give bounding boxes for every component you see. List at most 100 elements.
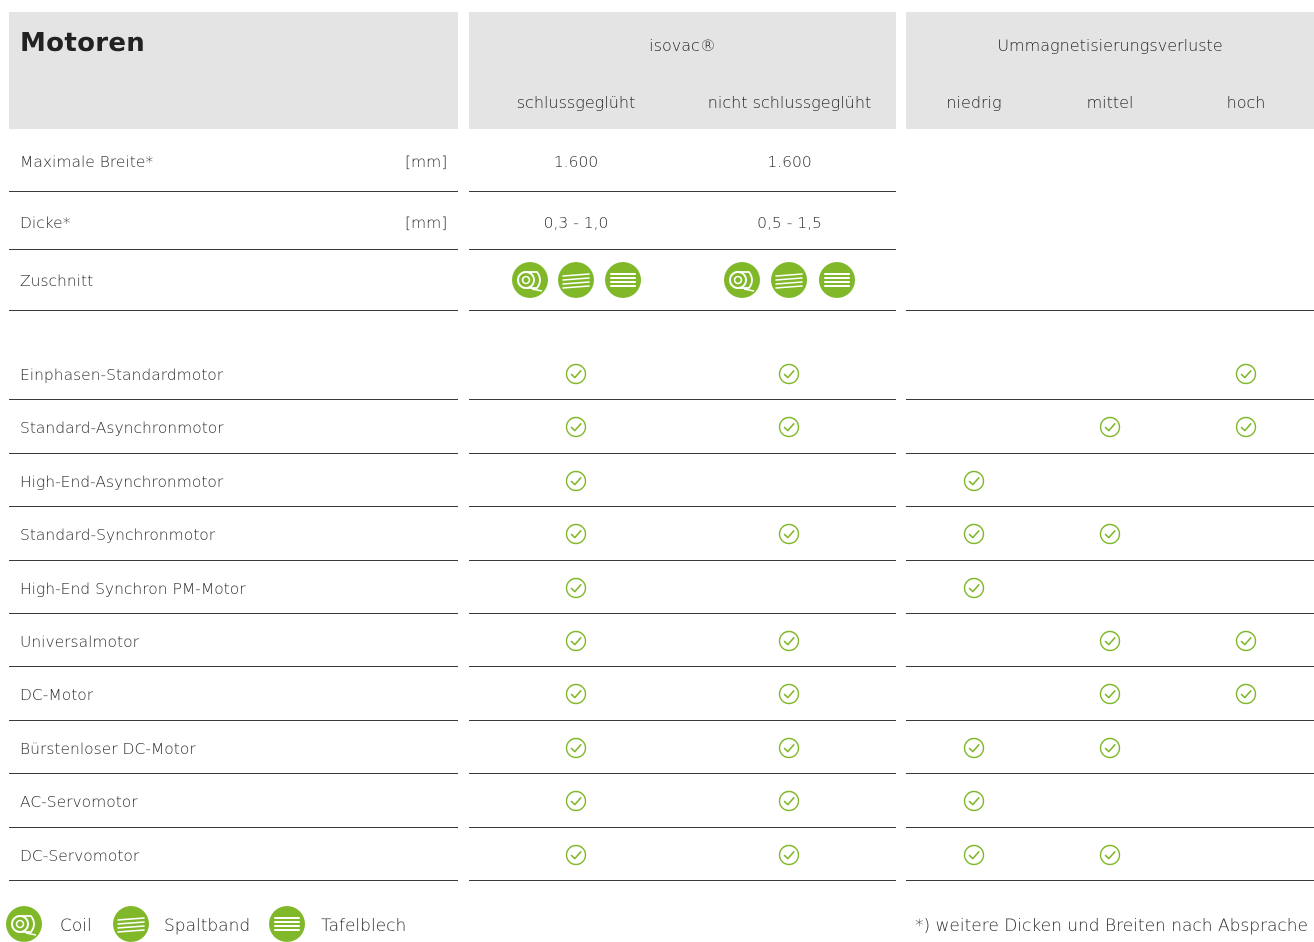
spec-unit-thickness: [mm] <box>405 214 448 232</box>
row-divider <box>9 666 458 667</box>
check-icon <box>565 523 587 545</box>
group-header-isovac: isovac® <box>649 36 716 55</box>
motor-label: High-End-Asynchronmotor <box>20 472 224 491</box>
row-divider <box>469 191 896 192</box>
motor-label: DC-Servomotor <box>20 846 140 865</box>
spec-value-thickness-annealed: 0,3 - 1,0 <box>543 214 609 232</box>
row-divider <box>9 453 458 454</box>
check-icon <box>963 790 985 812</box>
row-divider <box>906 399 1314 400</box>
legend-label-coil: Coil <box>60 916 92 936</box>
check-icon <box>1235 363 1257 385</box>
row-divider <box>469 560 896 561</box>
check-icon <box>1099 523 1121 545</box>
check-icon <box>778 363 800 385</box>
column-header-annealed: schlussgeglüht <box>516 93 636 112</box>
check-icon <box>565 470 587 492</box>
motor-label: High-End Synchron PM-Motor <box>20 579 246 598</box>
coil-icon <box>512 262 548 298</box>
row-divider <box>9 249 458 250</box>
column-header-medium: mittel <box>1086 93 1134 112</box>
row-divider <box>9 399 458 400</box>
check-icon <box>963 470 985 492</box>
slit-strip-icon <box>558 262 594 298</box>
coil-icon <box>724 262 760 298</box>
check-icon <box>1099 737 1121 759</box>
check-icon <box>963 844 985 866</box>
check-icon <box>963 523 985 545</box>
check-icon <box>778 683 800 705</box>
check-icon <box>1099 683 1121 705</box>
sheet-icon <box>819 262 855 298</box>
row-divider <box>9 560 458 561</box>
row-divider <box>469 666 896 667</box>
row-divider <box>9 880 458 881</box>
row-divider <box>906 506 1314 507</box>
row-divider <box>9 827 458 828</box>
slit-strip-icon <box>771 262 807 298</box>
row-divider <box>906 560 1314 561</box>
row-divider <box>906 613 1314 614</box>
sheet-icon <box>269 906 305 942</box>
row-divider <box>469 880 896 881</box>
spec-unit-width: [mm] <box>405 153 448 171</box>
column-header-low: niedrig <box>946 93 1002 112</box>
check-icon <box>963 577 985 599</box>
legend-label-slit-strip: Spaltband <box>164 916 251 936</box>
check-icon <box>565 844 587 866</box>
row-divider <box>906 827 1314 828</box>
row-divider <box>9 773 458 774</box>
check-icon <box>963 737 985 759</box>
row-divider <box>469 827 896 828</box>
check-icon <box>778 844 800 866</box>
motor-label: AC-Servomotor <box>20 793 138 812</box>
table-title: Motoren <box>20 28 146 58</box>
check-icon <box>1235 416 1257 438</box>
check-icon <box>565 630 587 652</box>
motor-label: Einphasen-Standardmotor <box>20 366 224 384</box>
check-icon <box>778 737 800 759</box>
row-divider <box>906 720 1314 721</box>
motor-label: Standard-Asynchronmotor <box>20 419 224 438</box>
row-divider <box>469 613 896 614</box>
spec-label-cut: Zuschnitt <box>20 272 94 290</box>
motor-label: Standard-Synchronmotor <box>20 526 216 545</box>
row-divider <box>9 310 458 311</box>
check-icon <box>1099 416 1121 438</box>
spec-label-thickness: Dicke* <box>20 214 71 232</box>
check-icon <box>565 363 587 385</box>
spec-label-width: Maximale Breite* <box>20 153 154 171</box>
row-divider <box>469 249 896 250</box>
coil-icon <box>6 906 42 942</box>
slit-strip-icon <box>113 906 149 942</box>
row-divider <box>469 506 896 507</box>
check-icon <box>565 416 587 438</box>
check-icon <box>1099 844 1121 866</box>
check-icon <box>565 683 587 705</box>
row-divider <box>469 310 896 311</box>
check-icon <box>1235 630 1257 652</box>
row-divider <box>9 720 458 721</box>
motor-label: DC-Motor <box>20 686 94 705</box>
row-divider <box>469 399 896 400</box>
spec-value-width-not-annealed: 1.600 <box>767 153 812 171</box>
row-divider <box>469 720 896 721</box>
column-header-not-annealed: nicht schlussgeglüht <box>707 93 872 112</box>
row-divider <box>469 773 896 774</box>
sheet-icon <box>605 262 641 298</box>
spec-value-thickness-not-annealed: 0,5 - 1,5 <box>757 214 822 232</box>
row-divider <box>9 191 458 192</box>
group-header-losses: Ummagnetisierungsverluste <box>997 36 1223 55</box>
check-icon <box>565 790 587 812</box>
row-divider <box>906 880 1314 881</box>
check-icon <box>1235 683 1257 705</box>
motor-label: Universalmotor <box>20 633 139 651</box>
row-divider <box>9 613 458 614</box>
motor-label: Bürstenloser DC-Motor <box>20 739 196 758</box>
check-icon <box>778 790 800 812</box>
check-icon <box>565 577 587 599</box>
check-icon <box>778 523 800 545</box>
check-icon <box>778 630 800 652</box>
row-divider <box>906 666 1314 667</box>
row-divider <box>9 506 458 507</box>
